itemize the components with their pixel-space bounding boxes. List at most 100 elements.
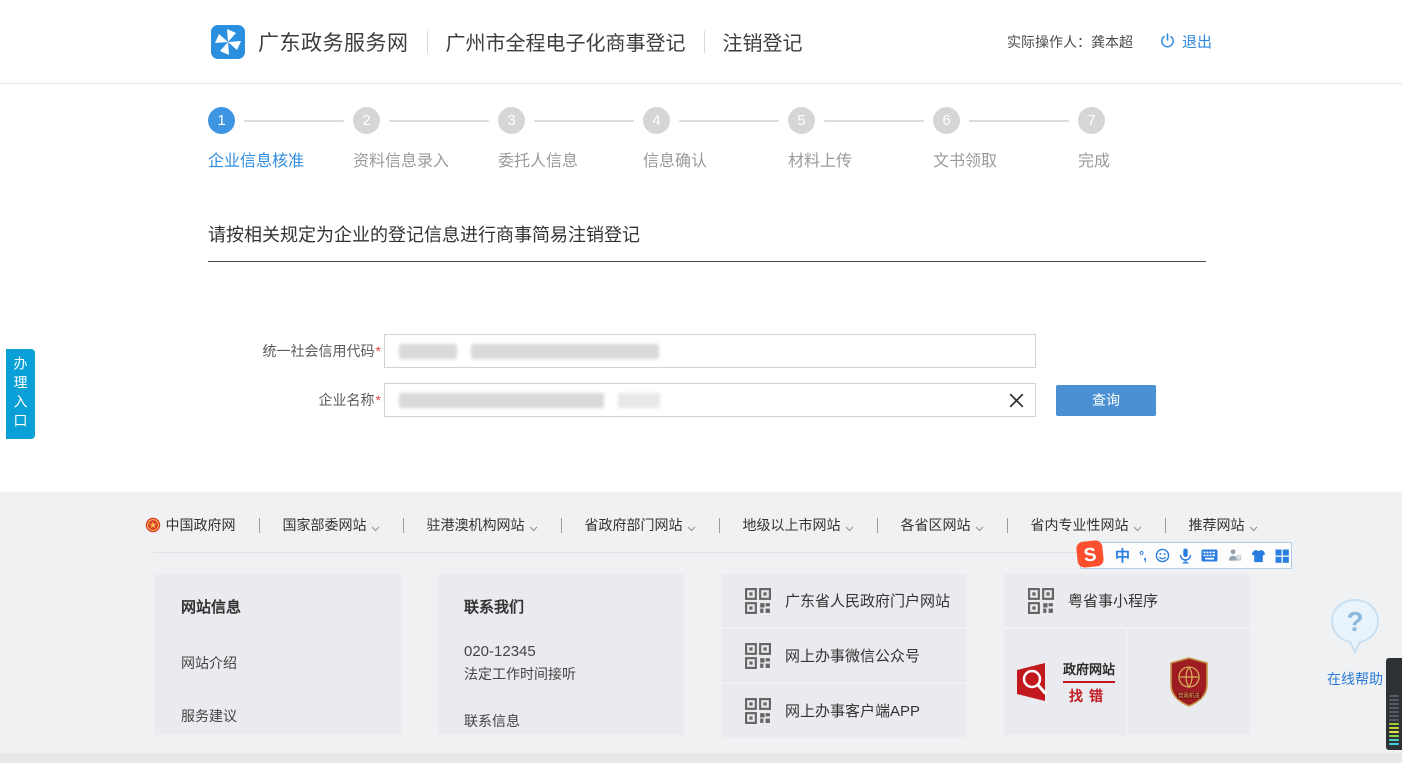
footer-link-bar: 中国政府网 国家部委网站 驻港澳机构网站 省政府部门网站 地级以上市网站 各省区… — [0, 492, 1402, 535]
site-intro-link[interactable]: 网站介绍 — [181, 653, 375, 673]
logout-label: 退出 — [1182, 31, 1212, 52]
header-divider — [427, 31, 428, 53]
step-connector — [244, 120, 344, 122]
level-meter-widget[interactable] — [1386, 658, 1402, 750]
app-title: 广州市全程电子化商事登记 — [446, 27, 686, 56]
footer-link-provincial-depts[interactable]: 省政府部门网站 — [585, 515, 696, 535]
step-circle: 1 — [208, 107, 235, 134]
footer-link-divider — [1007, 518, 1008, 533]
contact-info-link[interactable]: 联系信息 — [464, 711, 658, 731]
step-connector — [824, 120, 924, 122]
required-asterisk: * — [376, 392, 381, 408]
chevron-down-icon — [529, 519, 538, 535]
step-item-2: 2 资料信息录入 — [353, 107, 498, 171]
footer-link-provinces[interactable]: 各省区网站 — [901, 515, 984, 535]
footer-link-divider — [259, 518, 260, 533]
deregistration-form: 统一社会信用代码* 企业名称* 查询 — [208, 334, 1206, 417]
ime-chinese-mode[interactable]: 中 — [1115, 545, 1130, 566]
credit-code-label: 统一社会信用代码* — [208, 341, 384, 361]
footer-link-specialized[interactable]: 省内专业性网站 — [1031, 515, 1142, 535]
online-help-button[interactable]: ? 在线帮助 — [1326, 598, 1384, 689]
party-org-badge[interactable]: 党政机关 — [1128, 629, 1250, 735]
contact-title: 联系我们 — [464, 596, 658, 617]
logout-button[interactable]: 退出 — [1159, 31, 1212, 52]
national-emblem-icon — [145, 517, 161, 533]
svg-text:S: S — [1083, 544, 1098, 566]
chevron-down-icon — [371, 519, 380, 535]
party-org-shield-icon: 党政机关 — [1168, 657, 1210, 707]
step-indicator: 1 企业信息核准 2 资料信息录入 3 委托人信息 4 信息确认 5 材料上传 … — [208, 84, 1206, 171]
horizontal-scrollbar-track[interactable] — [0, 753, 1402, 763]
footer-link-ministries[interactable]: 国家部委网站 — [283, 515, 380, 535]
ime-handwriting-icon[interactable] — [1227, 548, 1242, 563]
step-circle: 2 — [353, 107, 380, 134]
step-connector — [534, 120, 634, 122]
clear-input-icon[interactable] — [1008, 392, 1025, 409]
qr-code-icon — [1028, 588, 1054, 614]
org-badge-label: 党政机关 — [1178, 692, 1201, 700]
operator-label: 实际操作人：龚本超 — [1007, 32, 1133, 52]
chevron-down-icon — [1249, 519, 1258, 535]
main-content: 1 企业信息核准 2 资料信息录入 3 委托人信息 4 信息确认 5 材料上传 … — [0, 84, 1402, 492]
qr-item-wechat[interactable]: 网上办事微信公众号 — [721, 629, 967, 682]
step-label: 材料上传 — [788, 147, 933, 171]
step-item-3: 3 委托人信息 — [498, 107, 643, 171]
footer-link-divider — [403, 518, 404, 533]
gdzwfw-logo-icon — [210, 24, 246, 60]
redacted-value — [399, 344, 457, 359]
step-label: 信息确认 — [643, 147, 788, 171]
step-label: 委托人信息 — [498, 147, 643, 171]
page-title: 注销登记 — [723, 27, 803, 56]
error-report-icon — [1015, 662, 1055, 702]
ime-skin-icon[interactable] — [1251, 549, 1266, 563]
step-circle: 3 — [498, 107, 525, 134]
sogou-logo-icon: S — [1075, 539, 1105, 569]
chevron-down-icon — [1133, 519, 1142, 535]
footer-link-gov-cn[interactable]: 中国政府网 — [145, 515, 236, 535]
qr-item-gov-portal[interactable]: 广东省人民政府门户网站 — [721, 574, 967, 627]
qr-item-app[interactable]: 网上办事客户端APP — [721, 684, 967, 737]
error-report-badge[interactable]: 政府网站 找错 — [1004, 629, 1126, 735]
sogou-ime-toolbar[interactable]: S 中 °, — [1080, 542, 1292, 569]
step-item-7: 7 完成 — [1078, 107, 1110, 171]
footer-link-cities[interactable]: 地级以上市网站 — [743, 515, 854, 535]
query-button[interactable]: 查询 — [1056, 385, 1156, 416]
company-name-label: 企业名称* — [208, 390, 384, 410]
mini-program-column: 粤省事小程序 政府网站 找错 — [1004, 574, 1250, 737]
error-badge-line1: 政府网站 — [1063, 659, 1115, 683]
ime-punctuation-toggle[interactable]: °, — [1139, 548, 1146, 563]
site-info-pane: 网站信息 网站介绍 服务建议 — [155, 574, 401, 735]
step-connector — [969, 120, 1069, 122]
service-suggestion-link[interactable]: 服务建议 — [181, 706, 375, 726]
qr-code-icon — [745, 698, 771, 724]
contact-pane: 联系我们 020-12345 法定工作时间接听 联系信息 — [438, 574, 684, 735]
ime-emoji-icon[interactable] — [1155, 548, 1170, 563]
error-badge-line2: 找错 — [1063, 686, 1115, 706]
footer-columns: 网站信息 网站介绍 服务建议 联系我们 020-12345 法定工作时间接听 联… — [155, 574, 1402, 737]
contact-phone-note: 法定工作时间接听 — [464, 664, 658, 684]
credit-code-input[interactable] — [384, 334, 1036, 368]
header-divider — [704, 31, 705, 53]
company-name-input[interactable] — [384, 383, 1036, 417]
redacted-value — [471, 344, 659, 359]
ime-keyboard-icon[interactable] — [1201, 549, 1218, 562]
qr-code-icon — [745, 643, 771, 669]
step-circle: 7 — [1078, 107, 1105, 134]
entry-tab[interactable]: 办理入口 — [6, 349, 35, 439]
svg-text:?: ? — [1346, 606, 1363, 637]
ime-toolbox-icon[interactable] — [1275, 549, 1289, 563]
power-icon — [1159, 33, 1176, 50]
ime-voice-icon[interactable] — [1179, 548, 1192, 564]
footer-link-hkmo[interactable]: 驻港澳机构网站 — [427, 515, 538, 535]
contact-phone: 020-12345 — [464, 643, 658, 660]
chevron-down-icon — [687, 519, 696, 535]
footer-link-divider — [561, 518, 562, 533]
site-info-title: 网站信息 — [181, 596, 375, 617]
redacted-value — [399, 393, 604, 408]
site-brand: 广东政务服务网 — [258, 27, 409, 57]
step-circle: 6 — [933, 107, 960, 134]
qr-item-mini-program[interactable]: 粤省事小程序 — [1004, 574, 1250, 627]
redacted-value — [618, 393, 660, 408]
step-label: 资料信息录入 — [353, 147, 498, 171]
footer-link-recommended[interactable]: 推荐网站 — [1189, 515, 1258, 535]
